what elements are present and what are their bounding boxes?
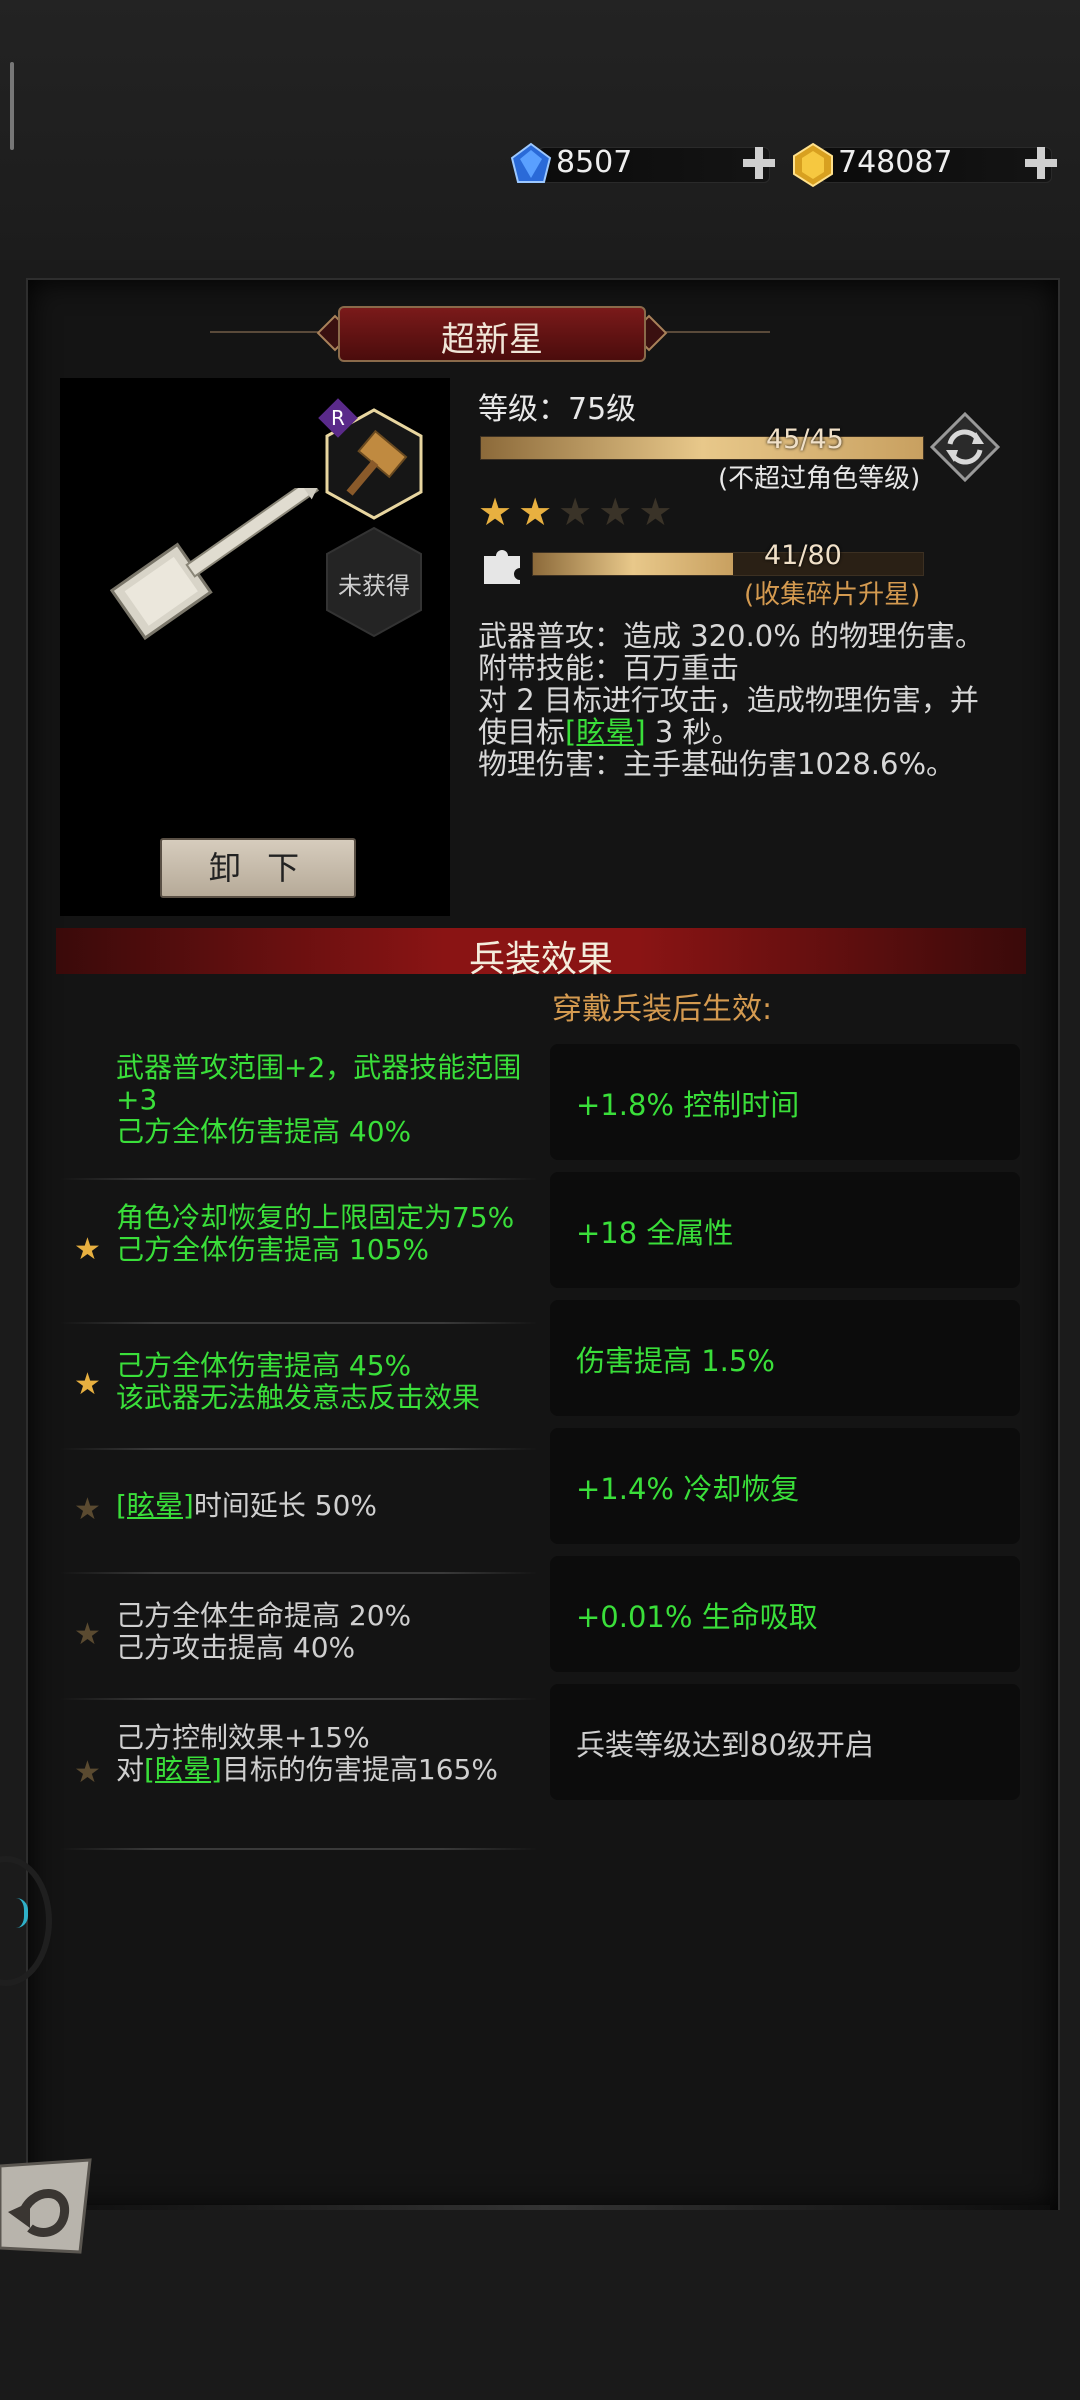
effect-text: 武器普攻范围+2，武器技能范围+3 己方全体伤害提高 40% (116, 1051, 522, 1148)
star-rating: ★ ★ ★ ★ ★ (478, 490, 678, 534)
attribute-bonus-row: +1.4% 冷却恢复 (550, 1428, 1020, 1544)
attribute-bonus-row: 兵装等级达到80级开启 (550, 1684, 1020, 1800)
gold-count: 748087 (838, 145, 953, 180)
effects-header: 兵装效果 (56, 928, 1026, 980)
blue-gem-icon (510, 142, 552, 183)
attribute-bonus-text: +1.8% 控制时间 (576, 1088, 800, 1122)
level-text: 等级：75级 (478, 392, 637, 427)
add-gems-button[interactable] (740, 144, 778, 182)
star-empty-icon: ★ (74, 1492, 101, 1527)
stun-link[interactable]: [眩晕] (144, 1753, 222, 1786)
attribute-bonus-row: +0.01% 生命吸取 (550, 1556, 1020, 1672)
effect-text: 己方全体生命提高 20% 己方攻击提高 40% (116, 1599, 412, 1664)
attribute-bonus-text: 兵装等级达到80级开启 (576, 1728, 874, 1762)
star-empty-icon: ★ (638, 490, 673, 534)
attribute-bonus-row: +1.8% 控制时间 (550, 1044, 1020, 1160)
gem-count: 8507 (556, 145, 633, 180)
attribute-bonus-text: 伤害提高 1.5% (576, 1344, 775, 1378)
fragment-note: (收集碎片升星) (744, 580, 921, 610)
effect-text: 己方控制效果+15% 对[眩晕]目标的伤害提高165% (116, 1721, 498, 1786)
star-filled-icon: ★ (74, 1232, 101, 1267)
effect-tier-row: ★ 己方控制效果+15% 对[眩晕]目标的伤害提高165% (60, 1700, 538, 1850)
fragment-bar (532, 552, 924, 576)
star-empty-icon: ★ (598, 490, 633, 534)
weapon-description: 武器普攻：造成 320.0% 的物理伤害。 附带技能：百万重击 对 2 目标进行… (478, 620, 1048, 780)
top-bar (0, 0, 1080, 260)
effect-tier-row: ★ 己方全体生命提高 20% 己方攻击提高 40% (60, 1574, 538, 1700)
edge-handle[interactable] (10, 62, 14, 150)
puzzle-piece-icon (484, 550, 520, 584)
add-gold-button[interactable] (1022, 144, 1060, 182)
effect-tier-row: 武器普攻范围+2，武器技能范围+3 己方全体伤害提高 40% (60, 1030, 538, 1180)
weapon-preview: R 未获得 卸 下 (60, 378, 450, 916)
weapon-name: 超新星 (441, 320, 543, 360)
desc-line: 对 2 目标进行攻击，造成物理伤害，并 (478, 683, 979, 717)
star-empty-icon: ★ (74, 1755, 101, 1790)
effect-tier-row: ★ [眩晕]时间延长 50% (60, 1450, 538, 1574)
gold-gem-icon (793, 142, 833, 188)
stun-link[interactable]: [眩晕] (565, 715, 646, 749)
level-note: (不超过角色等级) (718, 464, 921, 494)
desc-line: 使目标[眩晕] 3 秒。 (478, 715, 741, 749)
weapon-title-banner: 超新星 (210, 302, 770, 362)
star-filled-icon: ★ (74, 1367, 101, 1402)
attribute-bonus-text: +18 全属性 (576, 1216, 734, 1250)
effect-text: 角色冷却恢复的上限固定为75% 己方全体伤害提高 105% (116, 1201, 515, 1266)
hammer-icon (110, 488, 322, 641)
star-filled-icon: ★ (478, 490, 513, 534)
attribute-bonus-text: +0.01% 生命吸取 (576, 1600, 818, 1634)
star-filled-icon: ★ (518, 490, 553, 534)
effect-text: [眩晕]时间延长 50% (116, 1489, 377, 1522)
star-empty-icon: ★ (558, 490, 593, 534)
bottom-area (0, 2210, 1080, 2400)
attribute-bonus-row: +18 全属性 (550, 1172, 1020, 1288)
wear-effect-label: 穿戴兵装后生效: (552, 992, 773, 1027)
unowned-label: 未获得 (338, 572, 410, 600)
desc-line: 物理伤害：主手基础伤害1028.6%。 (478, 747, 956, 781)
stun-link[interactable]: [眩晕] (116, 1489, 194, 1522)
fragment-progress: 41/80 (764, 540, 842, 571)
desc-line: 附带技能：百万重击 (478, 651, 740, 685)
attribute-bonus-text: +1.4% 冷却恢复 (576, 1472, 800, 1506)
effect-tier-row: ★ 己方全体伤害提高 45% 该武器无法触发意志反击效果 (60, 1324, 538, 1450)
attribute-bonus-row: 伤害提高 1.5% (550, 1300, 1020, 1416)
effect-tier-row: ★ 角色冷却恢复的上限固定为75% 己方全体伤害提高 105% (60, 1180, 538, 1324)
desc-line: 武器普攻：造成 320.0% 的物理伤害。 (478, 619, 985, 653)
refresh-icon[interactable] (930, 412, 1000, 482)
unequip-button[interactable]: 卸 下 (160, 838, 356, 898)
back-button[interactable] (0, 2156, 96, 2256)
star-empty-icon: ★ (74, 1617, 101, 1652)
level-bar (480, 436, 924, 460)
level-progress: 45/45 (766, 424, 844, 455)
effect-text: 己方全体伤害提高 45% 该武器无法触发意志反击效果 (116, 1349, 481, 1414)
